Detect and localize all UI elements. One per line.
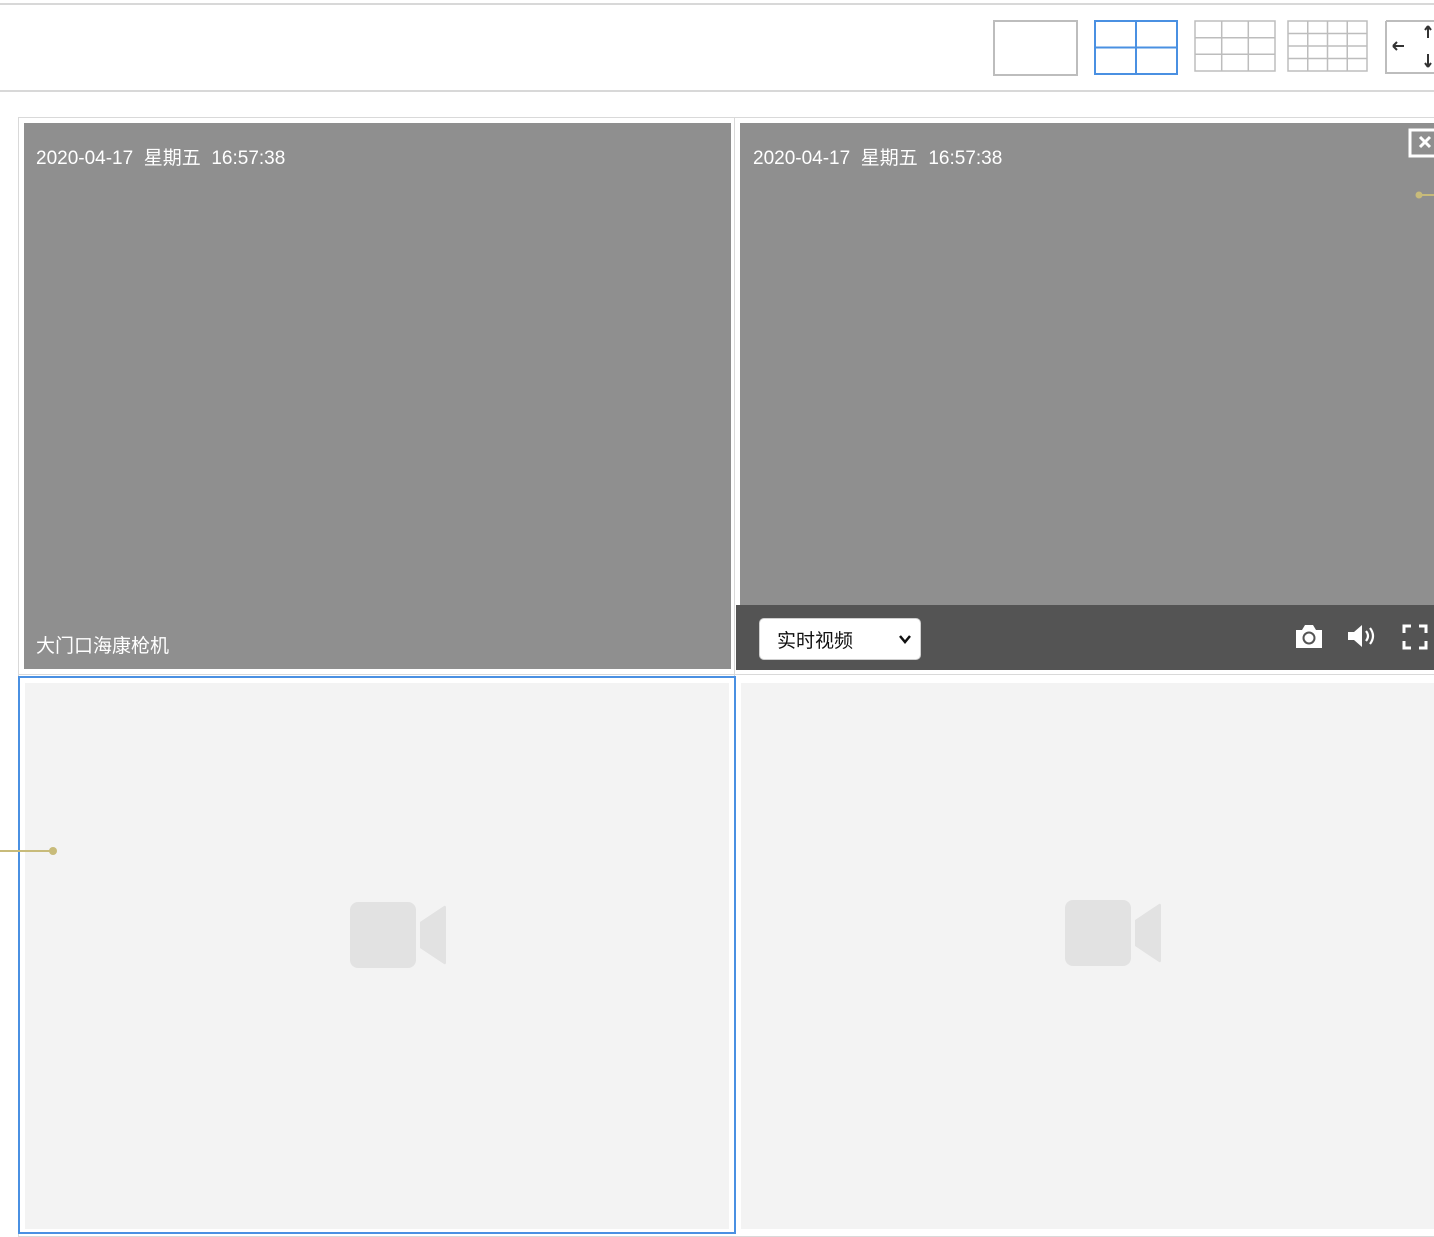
expand-arrows-icon bbox=[1385, 20, 1434, 74]
layout-2x2-icon bbox=[1094, 20, 1178, 75]
osd-time: 16:57:38 bbox=[928, 148, 1003, 169]
video-stream bbox=[24, 123, 731, 669]
osd-date: 2020-04-17 bbox=[753, 148, 851, 169]
video-camera-icon bbox=[350, 902, 446, 968]
osd-camera-name: 大门口海康枪机 bbox=[36, 636, 170, 657]
toolbar-divider bbox=[0, 90, 1434, 92]
layout-3x3-button[interactable] bbox=[1194, 20, 1276, 72]
fullscreen-icon[interactable] bbox=[1401, 623, 1429, 656]
volume-icon[interactable] bbox=[1345, 622, 1379, 655]
osd-date: 2020-04-17 bbox=[36, 148, 134, 169]
video-pane-4[interactable] bbox=[736, 677, 1434, 1234]
video-stream bbox=[740, 123, 1434, 605]
video-camera-icon bbox=[1065, 900, 1161, 966]
layout-1x1-button[interactable] bbox=[993, 20, 1078, 76]
video-pane-2[interactable]: 2020-04-17 星期五 16:57:38 bbox=[735, 118, 1434, 674]
chevron-down-icon bbox=[899, 635, 911, 644]
stream-select-value: 实时视频 bbox=[777, 630, 854, 652]
layout-1x1-icon bbox=[993, 20, 1078, 76]
layout-2x2-button[interactable] bbox=[1094, 20, 1178, 75]
osd-weekday: 星期五 bbox=[143, 148, 201, 169]
camera-snapshot-icon[interactable] bbox=[1293, 622, 1325, 655]
osd-weekday: 星期五 bbox=[860, 148, 918, 169]
stream-select[interactable]: 实时视频 bbox=[759, 618, 921, 660]
osd-timestamp: 2020-04-17 星期五 16:57:38 bbox=[753, 143, 1002, 170]
video-pane-3[interactable] bbox=[18, 676, 736, 1234]
layout-4x4-button[interactable] bbox=[1287, 20, 1368, 72]
expand-view-button[interactable] bbox=[1385, 20, 1434, 74]
layout-4x4-icon bbox=[1287, 20, 1368, 72]
accent-connector-right bbox=[1415, 186, 1434, 204]
accent-connector-left bbox=[0, 843, 60, 861]
osd-time: 16:57:38 bbox=[211, 148, 286, 169]
video-pane-1[interactable]: 2020-04-17 星期五 16:57:38 大门口海康枪机 bbox=[19, 118, 734, 674]
grid-divider-horizontal bbox=[18, 674, 1434, 675]
layout-3x3-icon bbox=[1194, 20, 1276, 72]
osd-timestamp: 2020-04-17 星期五 16:57:38 bbox=[36, 143, 285, 170]
close-icon[interactable] bbox=[1408, 128, 1434, 163]
